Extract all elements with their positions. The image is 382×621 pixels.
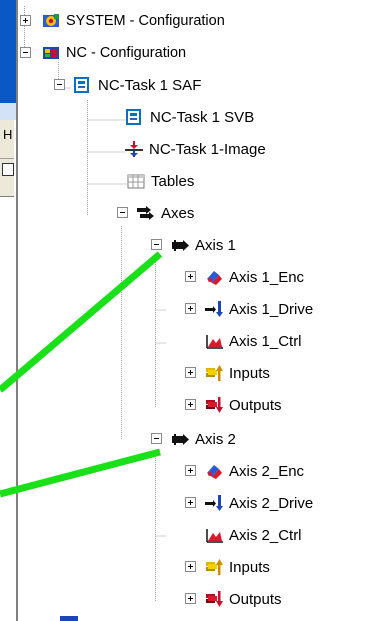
tree-label: NC-Task 1 SVB [150,108,255,126]
tree-node-axes[interactable]: Axes [117,201,194,225]
tree-label: Axis 1_Ctrl [229,332,302,350]
drive-icon [205,495,223,511]
task-icon [74,77,89,93]
tree-node-axis-1-ctrl[interactable]: Axis 1_Ctrl [205,329,302,353]
expand-toggle[interactable] [185,593,196,604]
tree-node-axis-1[interactable]: Axis 1 [151,233,236,257]
controller-icon [206,335,223,349]
expand-toggle[interactable] [185,271,196,282]
task-icon [126,109,141,125]
toolbar-separator [0,158,14,159]
tree-label: Axis 1_Drive [229,300,314,318]
tree-label: Axis 2_Drive [229,494,314,512]
tree-label: Axis 2_Ctrl [229,526,302,544]
tree-node-nc-task-svb[interactable]: NC-Task 1 SVB [126,105,254,129]
tree-label: Outputs [229,590,282,608]
tree-node-nc-configuration[interactable]: NC - Configuration [20,41,186,65]
table-icon [127,174,145,189]
axes-icon [137,206,154,220]
tree-label: Outputs [229,396,282,414]
tree-node-axis-2-ctrl[interactable]: Axis 2_Ctrl [205,523,302,547]
controller-icon [206,529,223,543]
expand-toggle[interactable] [185,465,196,476]
tree-label: Axis 1_Enc [229,268,305,286]
collapse-toggle[interactable] [54,79,65,90]
tree-node-axis-2-enc[interactable]: Axis 2_Enc [185,459,304,483]
collapse-toggle[interactable] [151,433,162,444]
expand-toggle[interactable] [20,15,31,26]
tree-label: Axes [161,204,195,222]
collapse-toggle[interactable] [117,207,128,218]
inputs-icon [206,365,223,381]
collapse-toggle[interactable] [151,239,162,250]
outputs-icon [206,591,223,607]
system-config-icon [43,14,59,27]
tree-label: NC-Task 1 SAF [98,76,202,94]
tree-node-axis-2-outputs[interactable]: Outputs [185,587,282,611]
tree-label: Axis 2_Enc [229,462,305,480]
partial-node-icon [60,616,78,621]
inputs-icon [206,559,223,575]
tree-node-tables[interactable]: Tables [127,169,194,193]
toolbar-letter: H [3,127,13,142]
tree-node-nc-task-saf[interactable]: NC-Task 1 SAF [54,73,201,97]
tree-label: NC - Configuration [66,45,187,61]
encoder-icon [207,465,222,479]
tree-node-axis-2[interactable]: Axis 2 [151,427,236,451]
tree-label: SYSTEM - Configuration [66,13,225,29]
expand-toggle[interactable] [185,399,196,410]
tree-node-axis-1-enc[interactable]: Axis 1_Enc [185,265,304,289]
expand-toggle[interactable] [185,497,196,508]
tree-label: Inputs [229,364,270,382]
tree-node-axis-1-inputs[interactable]: Inputs [185,361,270,385]
tree-label: Axis 2 [195,430,236,448]
process-image-icon [125,141,143,157]
encoder-icon [207,271,222,285]
background-titlebar [0,0,16,120]
tree-label: Inputs [229,558,270,576]
tree-node-axis-1-outputs[interactable]: Outputs [185,393,282,417]
tree-node-axis-1-drive[interactable]: Axis 1_Drive [185,297,313,321]
tree-node-nc-task-image[interactable]: NC-Task 1-Image [125,137,266,161]
expand-toggle[interactable] [185,561,196,572]
tree-node-axis-2-inputs[interactable]: Inputs [185,555,270,579]
tree-node-axis-2-drive[interactable]: Axis 2_Drive [185,491,313,515]
drive-icon [205,301,223,317]
tree-label: NC-Task 1-Image [149,140,266,158]
tree-label: Axis 1 [195,236,236,254]
collapse-toggle[interactable] [20,47,31,58]
toolbar-doc-icon[interactable] [2,163,14,176]
axis-icon [172,434,189,445]
nc-config-icon [43,47,59,59]
expand-toggle[interactable] [185,367,196,378]
expand-toggle[interactable] [185,303,196,314]
tree-label: Tables [151,172,195,190]
tree-node-system-configuration[interactable]: SYSTEM - Configuration [20,9,225,33]
solution-tree-view[interactable]: SYSTEM - Configuration NC - Configuratio… [16,0,382,621]
outputs-icon [206,397,223,413]
axis-icon [172,240,189,251]
